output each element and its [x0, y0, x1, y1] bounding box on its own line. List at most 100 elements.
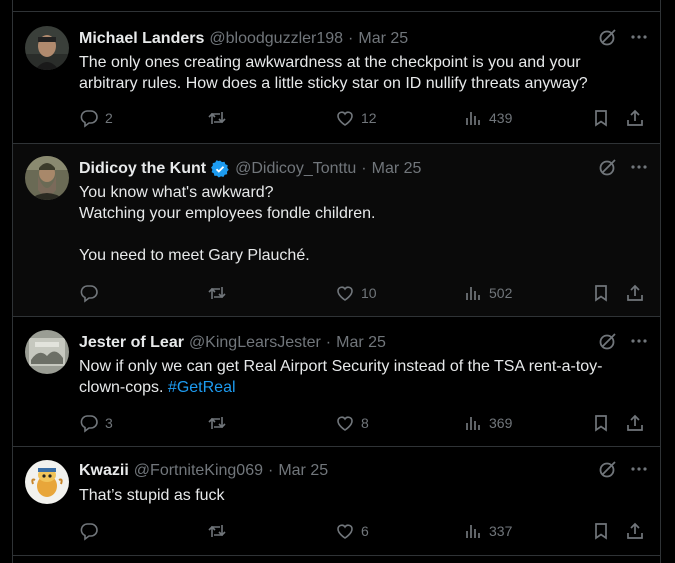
tweet[interactable]: Jester of Lear @KingLearsJester · Mar 25…	[13, 317, 660, 447]
tweet[interactable]: Kwazii @FortniteKing069 · Mar 25 That’s …	[13, 447, 660, 556]
share-button[interactable]	[625, 281, 645, 305]
views-button[interactable]: 337	[463, 519, 512, 543]
like-count: 8	[361, 415, 369, 431]
hashtag-link[interactable]: #GetReal	[168, 379, 236, 396]
reply-button[interactable]	[79, 281, 105, 305]
repost-button[interactable]	[207, 106, 233, 130]
avatar[interactable]	[25, 26, 69, 70]
reply-button[interactable]: 2	[79, 106, 113, 130]
avatar[interactable]	[25, 330, 69, 374]
like-count: 10	[361, 285, 377, 301]
share-icon	[625, 108, 645, 128]
bookmark-button[interactable]	[591, 106, 611, 130]
tweet-line	[79, 224, 640, 245]
like-button[interactable]: 10	[335, 281, 377, 305]
like-button[interactable]: 6	[335, 519, 369, 543]
tweet-text: Now if only we can get Real Airport Secu…	[79, 356, 640, 398]
avatar[interactable]	[25, 460, 69, 504]
grok-icon[interactable]	[598, 157, 618, 182]
reply-icon	[79, 108, 99, 128]
repost-icon	[207, 413, 227, 433]
share-icon	[625, 521, 645, 541]
display-name[interactable]: Jester of Lear	[79, 334, 184, 352]
tweet-line: You need to meet Gary Plauché.	[79, 247, 310, 264]
bookmark-icon	[591, 283, 611, 303]
grok-icon[interactable]	[598, 459, 618, 484]
more-icon[interactable]	[630, 158, 648, 181]
reply-count: 2	[105, 110, 113, 126]
bookmark-button[interactable]	[591, 411, 611, 435]
more-icon[interactable]	[630, 460, 648, 483]
tweet-date[interactable]: Mar 25	[278, 462, 328, 480]
like-button[interactable]: 8	[335, 411, 369, 435]
user-handle[interactable]: @Didicoy_Tonttu	[235, 160, 356, 178]
like-icon	[335, 413, 355, 433]
separator-dot: ·	[361, 160, 367, 177]
reply-count: 3	[105, 415, 113, 431]
like-count: 12	[361, 110, 377, 126]
user-handle[interactable]: @bloodguzzler198	[209, 30, 343, 48]
separator-dot: ·	[348, 30, 354, 47]
repost-icon	[207, 521, 227, 541]
display-name[interactable]: Didicoy the Kunt	[79, 160, 206, 178]
avatar[interactable]	[25, 156, 69, 200]
views-count: 369	[489, 415, 513, 431]
bookmark-button[interactable]	[591, 281, 611, 305]
tweet-date[interactable]: Mar 25	[358, 30, 408, 48]
views-count: 337	[489, 523, 513, 539]
reply-icon	[79, 521, 99, 541]
more-icon[interactable]	[630, 332, 648, 355]
tweet-text: You know what's awkward? Watching your e…	[79, 182, 640, 266]
repost-button[interactable]	[207, 411, 233, 435]
tweet-date[interactable]: Mar 25	[372, 160, 422, 178]
tweet[interactable]: Didicoy the Kunt @Didicoy_Tonttu · Mar 2…	[13, 144, 660, 317]
tweet-date[interactable]: Mar 25	[336, 334, 386, 352]
tweet-line: The only ones creating awkwardness at th…	[79, 54, 588, 92]
bookmark-icon	[591, 521, 611, 541]
user-handle[interactable]: @FortniteKing069	[134, 462, 263, 480]
repost-button[interactable]	[207, 281, 233, 305]
grok-icon[interactable]	[598, 27, 618, 52]
views-button[interactable]: 502	[463, 281, 512, 305]
tweet[interactable]: Michael Landers @bloodguzzler198 · Mar 2…	[13, 12, 660, 144]
user-handle[interactable]: @KingLearsJester	[189, 334, 321, 352]
repost-icon	[207, 283, 227, 303]
timeline-feed: Michael Landers @bloodguzzler198 · Mar 2…	[12, 0, 661, 563]
repost-icon	[207, 108, 227, 128]
bookmark-button[interactable]	[591, 519, 611, 543]
tweet-line: That’s stupid as fuck	[79, 487, 225, 504]
like-icon	[335, 283, 355, 303]
tweet-text: The only ones creating awkwardness at th…	[79, 52, 640, 94]
reply-button[interactable]: 3	[79, 411, 113, 435]
views-icon	[463, 108, 483, 128]
display-name[interactable]: Michael Landers	[79, 30, 204, 48]
reply-icon	[79, 413, 99, 433]
separator-dot: ·	[325, 334, 332, 351]
reply-button[interactable]	[79, 519, 105, 543]
reply-icon	[79, 283, 99, 303]
views-button[interactable]: 369	[463, 411, 512, 435]
more-icon[interactable]	[630, 28, 648, 51]
share-icon	[625, 283, 645, 303]
bookmark-icon	[591, 413, 611, 433]
share-button[interactable]	[625, 519, 645, 543]
grok-icon[interactable]	[598, 331, 618, 356]
share-button[interactable]	[625, 106, 645, 130]
share-button[interactable]	[625, 411, 645, 435]
views-icon	[463, 413, 483, 433]
tweet-line: Watching your employees fondle children.	[79, 205, 376, 222]
tweet-line: You know what's awkward?	[79, 184, 274, 201]
tweet-line: Now if only we can get Real Airport Secu…	[79, 356, 640, 398]
bookmark-icon	[591, 108, 611, 128]
tweet-text: That’s stupid as fuck	[79, 485, 640, 506]
share-icon	[625, 413, 645, 433]
separator-dot: ·	[268, 462, 274, 479]
views-count: 439	[489, 110, 513, 126]
like-icon	[335, 108, 355, 128]
views-button[interactable]: 439	[463, 106, 512, 130]
like-button[interactable]: 12	[335, 106, 377, 130]
like-icon	[335, 521, 355, 541]
verified-badge-icon[interactable]	[210, 159, 230, 179]
display-name[interactable]: Kwazii	[79, 462, 129, 480]
repost-button[interactable]	[207, 519, 233, 543]
